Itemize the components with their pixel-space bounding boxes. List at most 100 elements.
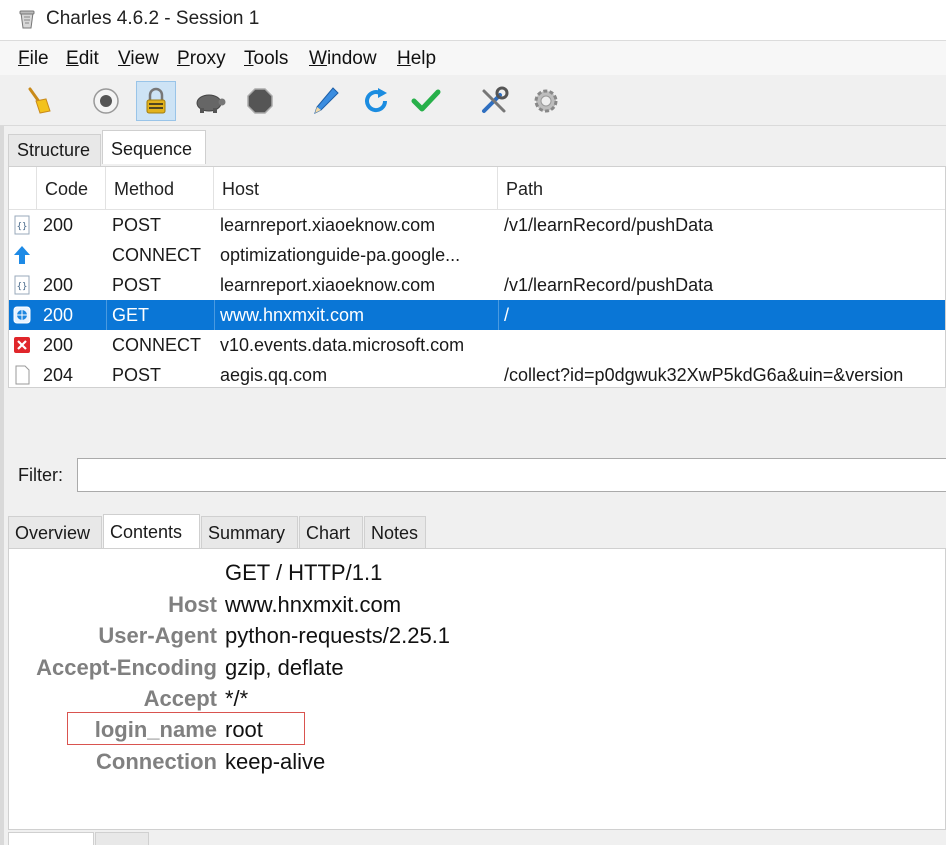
table-row[interactable]: {} 200 POST learnreport.xiaoeknow.com /v…	[9, 210, 945, 240]
tab-overview-label: Overview	[15, 523, 91, 543]
tab-contents[interactable]: Contents	[103, 514, 200, 548]
row-method: POST	[112, 365, 162, 385]
broom-icon	[28, 87, 51, 114]
menu-view[interactable]: View	[118, 48, 159, 70]
compose-pen-icon	[314, 87, 339, 114]
charles-app-icon	[19, 10, 35, 29]
throttling-button[interactable]	[190, 81, 230, 121]
tools-button[interactable]	[474, 81, 514, 121]
menu-window-label: indow	[326, 48, 377, 69]
header-key: User-Agent	[98, 623, 217, 648]
row-method: CONNECT	[112, 335, 201, 355]
menu-file-accel: F	[18, 48, 30, 69]
toolbar	[0, 75, 946, 126]
row-host: v10.events.data.microsoft.com	[220, 335, 465, 355]
row-code: 204	[43, 365, 74, 385]
tab-overview[interactable]: Overview	[8, 516, 102, 548]
table-row[interactable]: CONNECT optimizationguide-pa.google...	[9, 240, 945, 270]
breakpoints-button[interactable]	[240, 81, 280, 121]
request-line-text: GET / HTTP/1.1	[225, 560, 383, 585]
filter-input[interactable]	[77, 458, 946, 492]
column-path[interactable]: Path	[498, 167, 945, 209]
table-row[interactable]: 204 POST aegis.qq.com /collect?id=p0dgwu…	[9, 360, 945, 387]
repeat-button[interactable]	[356, 81, 396, 121]
breakpoints-hexagon-icon	[247, 88, 273, 114]
header-row-user-agent: User-Agent python-requests/2.25.1	[9, 620, 946, 651]
tab-chart-label: Chart	[306, 523, 351, 543]
clear-session-button[interactable]	[18, 81, 58, 121]
sequence-table: Code Method Host Path {} 200 POST learnr…	[8, 166, 946, 388]
table-row-selected[interactable]: 200 GET www.hnxmxit.com /	[9, 300, 945, 330]
tab-sequence[interactable]: Sequence	[102, 130, 206, 164]
web-globe-icon	[13, 306, 31, 324]
row-path	[504, 330, 945, 360]
svg-text:{}: {}	[17, 282, 28, 292]
header-key: Host	[168, 592, 217, 617]
header-value: */*	[225, 686, 249, 711]
tab-summary[interactable]: Summary	[201, 516, 298, 548]
row-code: 200	[43, 305, 74, 325]
menu-proxy[interactable]: Proxy	[177, 48, 226, 70]
table-row[interactable]: {} 200 POST learnreport.xiaoeknow.com /v…	[9, 270, 945, 300]
validate-button[interactable]	[406, 81, 446, 121]
menu-window[interactable]: Window	[309, 48, 377, 70]
menu-proxy-accel: P	[177, 48, 190, 69]
compose-button[interactable]	[306, 81, 346, 121]
record-button[interactable]	[86, 81, 126, 121]
ssl-proxying-button[interactable]	[136, 81, 176, 121]
menu-view-label: iew	[130, 48, 159, 69]
header-key: Accept	[143, 686, 217, 711]
column-code[interactable]: Code	[37, 167, 106, 209]
column-method[interactable]: Method	[106, 167, 214, 209]
column-host[interactable]: Host	[214, 167, 498, 209]
header-key: Connection	[96, 749, 217, 774]
table-row[interactable]: 200 CONNECT v10.events.data.microsoft.co…	[9, 330, 945, 360]
tools-icon	[482, 86, 509, 113]
column-code-label: Code	[45, 179, 89, 199]
row-method: CONNECT	[112, 245, 201, 265]
row-path: /	[504, 305, 510, 325]
table-header: Code Method Host Path	[9, 167, 945, 210]
menu-edit[interactable]: Edit	[66, 48, 99, 70]
row-method: GET	[112, 305, 150, 325]
upload-arrow-icon	[14, 246, 30, 264]
menu-tools[interactable]: Tools	[244, 48, 288, 70]
validate-check-icon	[411, 89, 441, 112]
menu-view-accel: V	[118, 48, 131, 69]
header-value: www.hnxmxit.com	[225, 592, 402, 617]
tab-contents-label: Contents	[110, 522, 183, 542]
tab-summary-label: Summary	[208, 523, 286, 543]
row-code: 200	[43, 275, 74, 295]
header-row-accept: Accept */*	[9, 683, 946, 714]
column-method-label: Method	[114, 179, 175, 199]
error-x-icon	[14, 337, 30, 353]
row-host: www.hnxmxit.com	[220, 305, 365, 325]
left-window-edge	[0, 125, 4, 845]
menu-bar: File Edit View Proxy Tools Window Help	[0, 41, 946, 75]
bottom-tab-raw[interactable]	[95, 832, 149, 845]
request-line: GET / HTTP/1.1	[9, 557, 946, 588]
throttle-turtle-icon	[196, 94, 226, 113]
row-code: 200	[43, 335, 74, 355]
settings-button[interactable]	[526, 81, 566, 121]
tab-notes[interactable]: Notes	[364, 516, 426, 548]
tab-sequence-label: Sequence	[111, 139, 193, 159]
title-bar: Charles 4.6.2 - Session 1	[0, 0, 946, 41]
menu-file[interactable]: File	[18, 48, 49, 70]
menu-tools-label: ools	[253, 48, 289, 69]
record-icon	[93, 88, 119, 114]
bottom-tab-headers[interactable]	[8, 832, 94, 845]
column-path-label: Path	[506, 179, 544, 199]
header-row-host: Host www.hnxmxit.com	[9, 589, 946, 620]
tab-chart[interactable]: Chart	[299, 516, 363, 548]
row-method: POST	[112, 215, 162, 235]
svg-text:{}: {}	[17, 222, 28, 232]
column-host-label: Host	[222, 179, 260, 199]
menu-help[interactable]: Help	[397, 48, 436, 70]
row-path: /v1/learnRecord/pushData	[504, 275, 714, 295]
column-icon[interactable]	[9, 167, 37, 209]
header-row-connection: Connection keep-alive	[9, 746, 946, 777]
menu-file-label: ile	[29, 48, 49, 69]
row-method: POST	[112, 275, 162, 295]
tab-structure[interactable]: Structure	[8, 134, 101, 166]
